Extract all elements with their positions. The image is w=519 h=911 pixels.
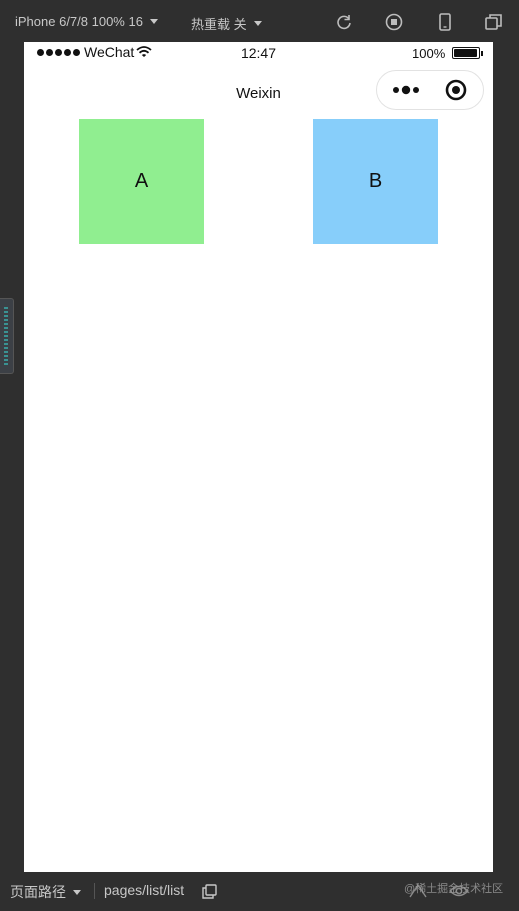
grip-icon [4, 307, 8, 365]
chevron-down-icon [73, 889, 81, 895]
hot-reload-label: 热重载 关 [191, 17, 247, 32]
device-selector[interactable]: iPhone 6/7/8 100% 16 [15, 14, 158, 29]
box-b: B [313, 119, 438, 244]
menu-capsule [376, 70, 484, 110]
window-icon[interactable] [485, 13, 503, 31]
copy-icon[interactable] [202, 884, 217, 899]
more-icon[interactable] [391, 83, 423, 97]
page-path: pages/list/list [104, 882, 185, 898]
simulator-screen: WeChat 12:47 100% Weixin A B [24, 42, 493, 872]
nav-bar: Weixin [24, 70, 493, 116]
phone-icon[interactable] [436, 13, 454, 31]
bottom-bar: 页面路径 pages/list/list @稀土掘金技术社区 [0, 872, 519, 911]
chevron-down-icon [253, 21, 262, 26]
divider [94, 883, 95, 899]
page-path-label: 页面路径 [10, 884, 66, 900]
close-miniprogram-icon[interactable] [445, 79, 467, 101]
page-path-selector[interactable]: 页面路径 [10, 882, 81, 902]
box-b-label: B [368, 170, 383, 192]
battery-icon [452, 47, 483, 59]
devtools-toolbar: iPhone 6/7/8 100% 16 热重载 关 [0, 0, 519, 44]
hot-reload-toggle[interactable]: 热重载 关 [191, 14, 262, 33]
box-a: A [79, 119, 204, 244]
battery-percent: 100% [412, 46, 446, 61]
chevron-down-icon [149, 19, 158, 24]
refresh-icon[interactable] [335, 13, 353, 31]
side-panel-handle[interactable] [0, 298, 14, 374]
box-a-label: A [134, 170, 149, 192]
stop-icon[interactable] [385, 13, 403, 31]
device-selector-label: iPhone 6/7/8 100% 16 [15, 14, 143, 29]
watermark: @稀土掘金技术社区 [404, 883, 504, 895]
status-bar: WeChat 12:47 100% [24, 42, 493, 64]
